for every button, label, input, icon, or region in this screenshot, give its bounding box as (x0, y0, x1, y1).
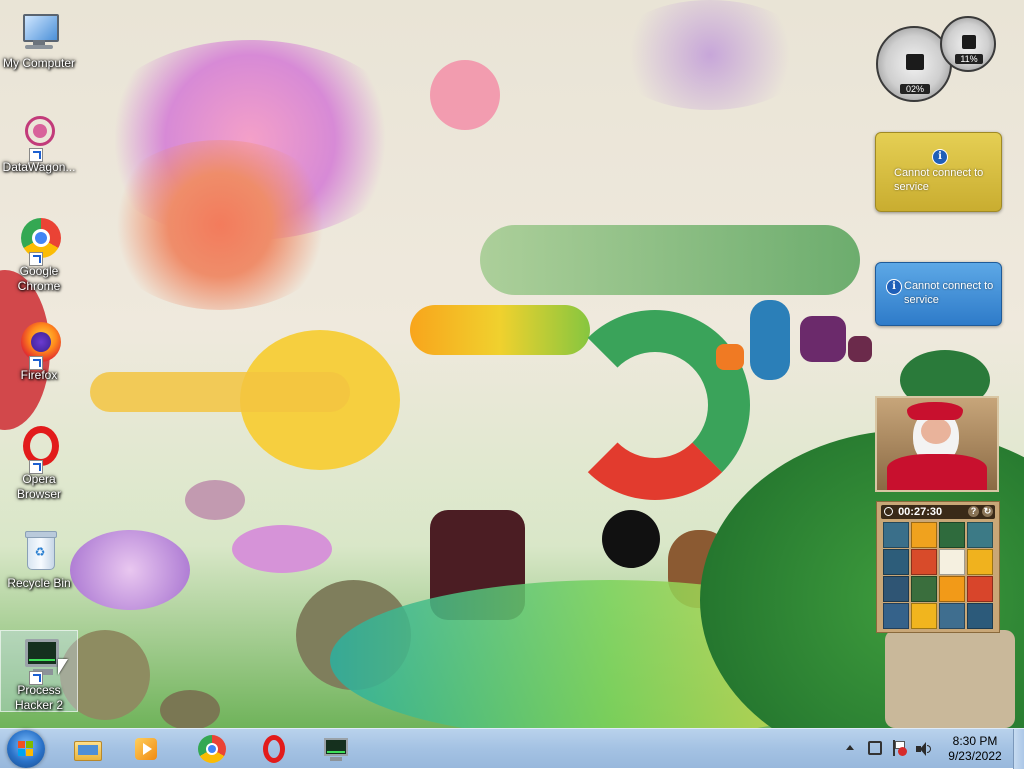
start-button[interactable] (7, 730, 45, 768)
desktop-icon-label: Opera Browser (16, 472, 61, 501)
computer-icon (15, 8, 63, 56)
system-tray (840, 729, 935, 769)
show-hidden-icons-button[interactable] (846, 745, 854, 750)
datawagon-icon (15, 112, 63, 162)
puzzle-reset-icon[interactable]: ↻ (982, 506, 993, 517)
shortcut-arrow-icon (29, 671, 43, 685)
shortcut-arrow-icon (29, 252, 43, 266)
feed-message: Cannot connect to service (904, 280, 994, 306)
puzzle-tile[interactable] (967, 576, 993, 602)
weather-gadget[interactable]: i Cannot connect to service (875, 132, 1002, 212)
desktop-icon-firefox[interactable]: Firefox (0, 320, 78, 383)
weather-message: Cannot connect to service (894, 167, 984, 193)
volume-icon[interactable] (916, 742, 932, 756)
memory-chip-icon (962, 35, 976, 49)
slideshow-gadget[interactable] (875, 396, 999, 492)
firefox-icon (15, 320, 63, 370)
network-icon[interactable] (868, 741, 882, 755)
memory-gauge: 11% (940, 16, 996, 72)
taskbar-media-player-button[interactable] (120, 731, 172, 767)
shortcut-arrow-icon (29, 356, 43, 370)
desktop[interactable]: My Computer DataWagon... Google Chrome F… (0, 0, 1024, 728)
opera-icon (260, 735, 288, 763)
explorer-icon (74, 735, 102, 763)
desktop-icon-label: Process Hacker 2 (14, 683, 64, 712)
action-center-flag-icon[interactable] (892, 740, 907, 756)
puzzle-tile[interactable] (883, 603, 909, 629)
puzzle-tile[interactable] (883, 522, 909, 548)
media-player-icon (132, 735, 160, 763)
show-desktop-button[interactable] (1013, 729, 1024, 769)
taskbar-chrome-button[interactable] (186, 731, 238, 767)
puzzle-tile[interactable] (911, 549, 937, 575)
desktop-icon-google-chrome[interactable]: Google Chrome (0, 216, 78, 294)
puzzle-tile[interactable] (939, 603, 965, 629)
info-icon: i (886, 279, 902, 295)
info-icon: i (932, 149, 948, 165)
taskbar-opera-button[interactable] (248, 731, 300, 767)
puzzle-tile[interactable] (883, 549, 909, 575)
puzzle-tile[interactable] (911, 603, 937, 629)
clock-date: 9/23/2022 (948, 749, 1002, 763)
taskbar-process-hacker-button[interactable] (310, 731, 362, 767)
windows-logo-icon (18, 741, 34, 757)
process-hacker-icon (322, 735, 350, 763)
desktop-icon-opera-browser[interactable]: Opera Browser (0, 424, 78, 502)
desktop-icon-recycle-bin[interactable]: ♻ Recycle Bin (0, 528, 78, 591)
taskbar-clock[interactable]: 8:30 PM 9/23/2022 (935, 734, 1015, 764)
slideshow-photo (877, 398, 997, 490)
puzzle-board (883, 522, 995, 630)
wallpaper (0, 0, 1024, 728)
puzzle-tile[interactable] (967, 603, 993, 629)
timer-clock-icon (884, 507, 893, 516)
desktop-icon-label: Google Chrome (17, 264, 61, 293)
recycle-bin-icon: ♻ (15, 528, 63, 576)
puzzle-tile[interactable] (939, 522, 965, 548)
puzzle-tile[interactable] (939, 576, 965, 602)
desktop-icon-label: Firefox (20, 368, 58, 382)
puzzle-timer: 00:27:30 ? ↻ (881, 505, 995, 519)
desktop-icon-label: DataWagon... (2, 160, 76, 174)
puzzle-tile[interactable] (939, 549, 965, 575)
gauge-dial-icon (906, 54, 924, 70)
puzzle-tile[interactable] (911, 522, 937, 548)
puzzle-tile[interactable] (911, 576, 937, 602)
shortcut-arrow-icon (29, 460, 43, 474)
picture-puzzle-gadget[interactable]: 00:27:30 ? ↻ (876, 501, 1000, 633)
puzzle-tile[interactable] (967, 549, 993, 575)
desktop-icon-datawagon[interactable]: DataWagon... (0, 112, 78, 175)
shortcut-arrow-icon (29, 148, 43, 162)
memory-value: 11% (955, 54, 983, 64)
opera-icon (15, 424, 63, 474)
puzzle-help-icon[interactable]: ? (968, 506, 979, 517)
chrome-icon (198, 735, 226, 763)
cpu-value: 02% (900, 84, 930, 94)
puzzle-tile[interactable] (883, 576, 909, 602)
cpu-meter-gadget[interactable]: 02% 11% (874, 16, 1000, 106)
feed-gadget[interactable]: i Cannot connect to service (875, 262, 1002, 326)
taskbar-explorer-button[interactable] (62, 731, 114, 767)
timer-value: 00:27:30 (898, 506, 943, 518)
taskbar: 8:30 PM 9/23/2022 (0, 728, 1024, 769)
chrome-icon (15, 216, 63, 266)
mouse-cursor-icon (58, 659, 68, 675)
clock-time: 8:30 PM (952, 734, 998, 748)
desktop-icon-label: Recycle Bin (7, 576, 71, 590)
desktop-icon-label: My Computer (2, 56, 76, 70)
process-hacker-icon (15, 635, 63, 685)
puzzle-tile[interactable] (967, 522, 993, 548)
desktop-icon-my-computer[interactable]: My Computer (0, 8, 78, 71)
